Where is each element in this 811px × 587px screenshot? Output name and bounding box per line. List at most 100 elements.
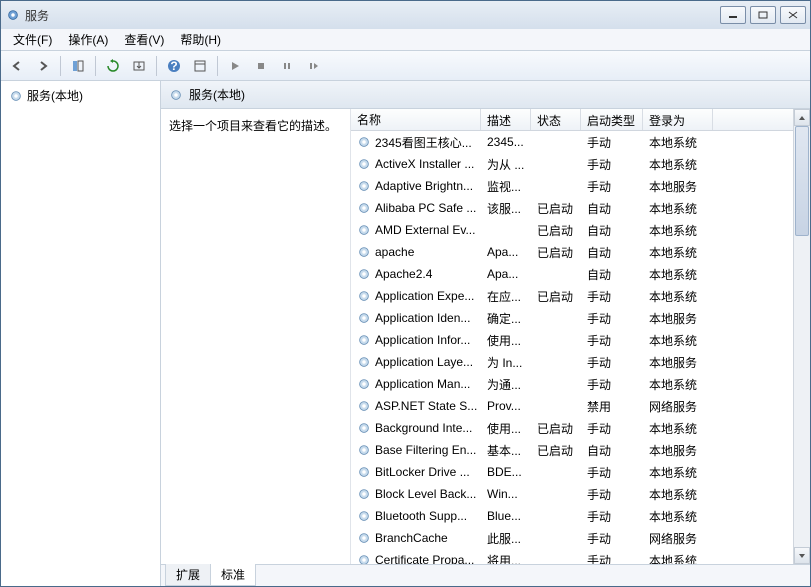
service-row[interactable]: 2345看图王核心...2345...手动本地系统 [351,131,793,153]
tab-standard[interactable]: 标准 [210,564,256,586]
service-row[interactable]: Application Laye...为 In...手动本地服务 [351,351,793,373]
service-startup: 手动 [581,330,643,351]
col-status[interactable]: 状态 [531,109,581,130]
service-status [531,316,581,320]
toolbar: ? [1,51,810,81]
service-rows: 2345看图王核心...2345...手动本地系统ActiveX Install… [351,131,793,564]
scroll-down-button[interactable] [794,547,810,564]
service-icon [357,223,371,237]
service-startup: 手动 [581,462,643,483]
service-desc: Apa... [481,243,531,261]
service-startup: 手动 [581,352,643,373]
service-startup: 手动 [581,176,643,197]
service-startup: 手动 [581,550,643,565]
view-tabs: 扩展 标准 [161,564,810,586]
main-header: 服务(本地) [161,81,810,109]
service-row[interactable]: Base Filtering En...基本...已启动自动本地服务 [351,439,793,461]
menu-help[interactable]: 帮助(H) [172,29,229,50]
scroll-thumb[interactable] [795,126,809,236]
service-logon: 本地系统 [643,198,713,219]
service-startup: 自动 [581,242,643,263]
menu-action[interactable]: 操作(A) [60,29,116,50]
service-row[interactable]: ActiveX Installer ...为从 ...手动本地系统 [351,153,793,175]
service-icon [357,201,371,215]
service-icon [357,487,371,501]
description-pane: 选择一个项目来查看它的描述。 [161,109,351,564]
service-desc: 该服... [481,198,531,219]
service-row[interactable]: Application Iden...确定...手动本地服务 [351,307,793,329]
service-logon: 本地系统 [643,242,713,263]
service-status [531,360,581,364]
help-button[interactable]: ? [162,54,186,78]
service-name: Background Inte... [375,421,472,435]
service-row[interactable]: Adaptive Brightn...监视...手动本地服务 [351,175,793,197]
menu-file[interactable]: 文件(F) [5,29,60,50]
service-icon [357,179,371,193]
tab-extended[interactable]: 扩展 [165,564,211,586]
minimize-button[interactable] [720,6,746,24]
service-name: BranchCache [375,531,448,545]
scroll-track[interactable] [794,126,810,547]
start-button[interactable] [223,54,247,78]
main-header-title: 服务(本地) [189,86,245,103]
service-name: Apache2.4 [375,267,432,281]
titlebar[interactable]: 服务 [1,1,810,29]
pause-button[interactable] [275,54,299,78]
service-logon: 本地系统 [643,506,713,527]
service-row[interactable]: Application Infor...使用...手动本地系统 [351,329,793,351]
service-row[interactable]: Block Level Back...Win...手动本地系统 [351,483,793,505]
service-desc: 使用... [481,418,531,439]
close-button[interactable] [780,6,806,24]
stop-button[interactable] [249,54,273,78]
service-row[interactable]: Alibaba PC Safe ...该服...已启动自动本地系统 [351,197,793,219]
service-row[interactable]: ASP.NET State S...Prov...禁用网络服务 [351,395,793,417]
service-row[interactable]: BitLocker Drive ...BDE...手动本地系统 [351,461,793,483]
service-status [531,338,581,342]
service-row[interactable]: Application Man...为通...手动本地系统 [351,373,793,395]
service-row[interactable]: Application Expe...在应...已启动手动本地系统 [351,285,793,307]
col-logon[interactable]: 登录为 [643,109,713,130]
service-row[interactable]: Apache2.4Apa...自动本地系统 [351,263,793,285]
back-button[interactable] [5,54,29,78]
service-row[interactable]: BranchCache此服...手动网络服务 [351,527,793,549]
show-hide-tree-button[interactable] [66,54,90,78]
service-row[interactable]: AMD External Ev...已启动自动本地系统 [351,219,793,241]
nav-pane: 服务(本地) [1,81,161,586]
service-desc: 2345... [481,133,531,151]
service-status [531,558,581,562]
menubar: 文件(F) 操作(A) 查看(V) 帮助(H) [1,29,810,51]
service-startup: 手动 [581,484,643,505]
service-status: 已启动 [531,198,581,219]
col-name[interactable]: 名称 [351,109,481,130]
service-row[interactable]: Background Inte...使用...已启动手动本地系统 [351,417,793,439]
service-status [531,536,581,540]
service-desc: 将用... [481,550,531,565]
forward-button[interactable] [31,54,55,78]
col-startup[interactable]: 启动类型 [581,109,643,130]
col-desc[interactable]: 描述 [481,109,531,130]
scroll-up-button[interactable] [794,109,810,126]
vertical-scrollbar[interactable] [793,109,810,564]
nav-root-item[interactable]: 服务(本地) [5,85,156,106]
service-icon [357,553,371,564]
menu-view[interactable]: 查看(V) [116,29,172,50]
service-startup: 自动 [581,220,643,241]
service-status [531,184,581,188]
restart-button[interactable] [301,54,325,78]
service-logon: 本地系统 [643,220,713,241]
service-row[interactable]: apacheApa...已启动自动本地系统 [351,241,793,263]
service-icon [357,135,371,149]
service-row[interactable]: Certificate Propa...将用...手动本地系统 [351,549,793,564]
refresh-button[interactable] [101,54,125,78]
service-startup: 手动 [581,132,643,153]
service-desc: 为通... [481,374,531,395]
service-icon [357,399,371,413]
export-button[interactable] [127,54,151,78]
properties-button[interactable] [188,54,212,78]
service-desc: 此服... [481,528,531,549]
service-row[interactable]: Bluetooth Supp...Blue...手动本地系统 [351,505,793,527]
maximize-button[interactable] [750,6,776,24]
nav-root-label: 服务(本地) [27,87,83,104]
service-name: ASP.NET State S... [375,399,477,413]
service-status: 已启动 [531,286,581,307]
